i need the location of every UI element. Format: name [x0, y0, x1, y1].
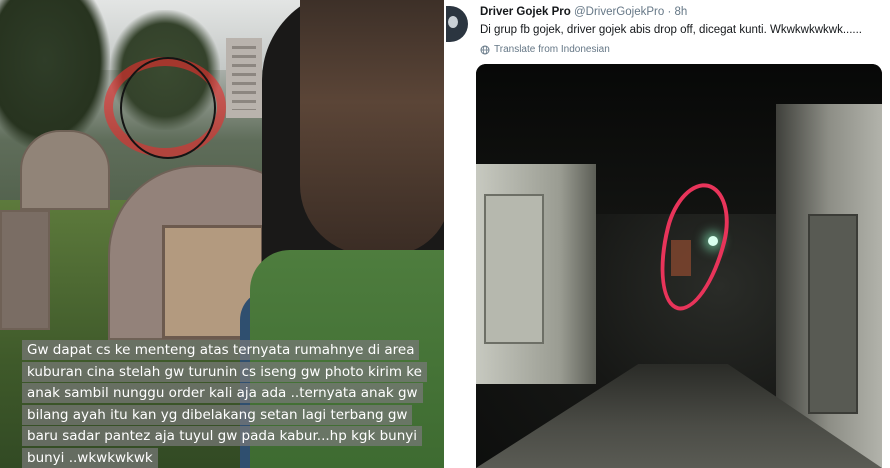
door — [484, 194, 544, 344]
caption-line: kuburan cina stelah gw turunin cs iseng … — [22, 361, 427, 382]
tweet-card: Driver Gojek Pro @DriverGojekPro · 8h Di… — [446, 0, 890, 468]
profile-avatar[interactable] — [446, 6, 468, 42]
translate-link[interactable]: Translate from Indonesian — [480, 44, 610, 55]
tweet-text: Di grup fb gojek, driver gojek abis drop… — [480, 24, 862, 36]
caption-line: Gw dapat cs ke menteng atas ternyata rum… — [22, 340, 420, 360]
post-time[interactable]: 8h — [675, 6, 688, 18]
tweet-photo[interactable] — [476, 64, 882, 468]
black-circle-highlight — [120, 57, 216, 159]
translate-label[interactable]: Translate from Indonesian — [494, 44, 610, 55]
tree — [0, 0, 110, 150]
story-photo: Gw dapat cs ke menteng atas ternyata rum… — [0, 0, 444, 468]
background-building — [226, 38, 262, 118]
tombstone — [20, 130, 110, 210]
story-caption: Gw dapat cs ke menteng atas ternyata rum… — [22, 340, 432, 468]
author-name[interactable]: Driver Gojek Pro — [480, 6, 571, 18]
separator: · — [667, 6, 672, 18]
caption-line: bunyi ..wkwkwkwk — [22, 447, 158, 468]
selfie-face — [300, 0, 444, 255]
caption-line: anak sambil nunggu order kali aja ada ..… — [22, 383, 423, 403]
door — [808, 214, 858, 414]
tweet-header: Driver Gojek Pro @DriverGojekPro · 8h — [480, 6, 687, 18]
author-handle[interactable]: @DriverGojekPro — [574, 6, 664, 18]
caption-line: bilang ayah itu kan yg dibelakang setan … — [22, 404, 413, 425]
globe-icon — [480, 45, 490, 54]
caption-line: baru sadar pantez aja tuyul gw pada kabu… — [22, 426, 423, 446]
tombstone — [0, 210, 50, 330]
